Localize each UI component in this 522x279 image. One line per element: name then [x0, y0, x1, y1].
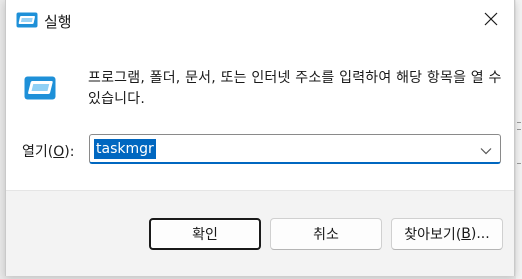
open-label-mnemonic: O [53, 144, 65, 160]
run-icon [16, 12, 38, 28]
run-icon [24, 76, 56, 100]
window-title: 실행 [44, 13, 72, 31]
background-tick [517, 129, 521, 130]
open-label: 열기(O): [22, 141, 74, 161]
open-input[interactable]: taskmgr [94, 139, 156, 159]
ok-button[interactable]: 확인 [149, 218, 261, 250]
close-button[interactable] [472, 2, 510, 38]
open-label-prefix: 열기( [22, 144, 54, 160]
background-window-edge [516, 0, 522, 279]
background-tick [517, 163, 521, 164]
dropdown-button[interactable] [476, 139, 496, 159]
run-dialog: 실행 프로그램, 폴더, 문서, 또는 인터넷 주소를 입력하여 해당 항목을 … [5, 0, 515, 276]
title-bar: 실행 [6, 0, 514, 40]
browse-button[interactable]: 찾아보기(B)... [391, 218, 503, 250]
browse-label-mnemonic: B [461, 226, 471, 242]
open-combobox[interactable]: taskmgr [89, 134, 501, 164]
chevron-down-icon [480, 140, 492, 159]
browse-label-prefix: 찾아보기( [404, 227, 462, 243]
open-label-suffix: ): [64, 144, 75, 160]
button-bar: 확인 취소 찾아보기(B)... [6, 190, 514, 276]
browse-label-suffix: )... [470, 226, 490, 242]
background-tick [517, 122, 521, 123]
close-icon [484, 11, 498, 30]
cancel-button[interactable]: 취소 [270, 218, 382, 250]
description-text: 프로그램, 폴더, 문서, 또는 인터넷 주소를 입력하여 해당 항목을 열 수… [88, 70, 502, 107]
